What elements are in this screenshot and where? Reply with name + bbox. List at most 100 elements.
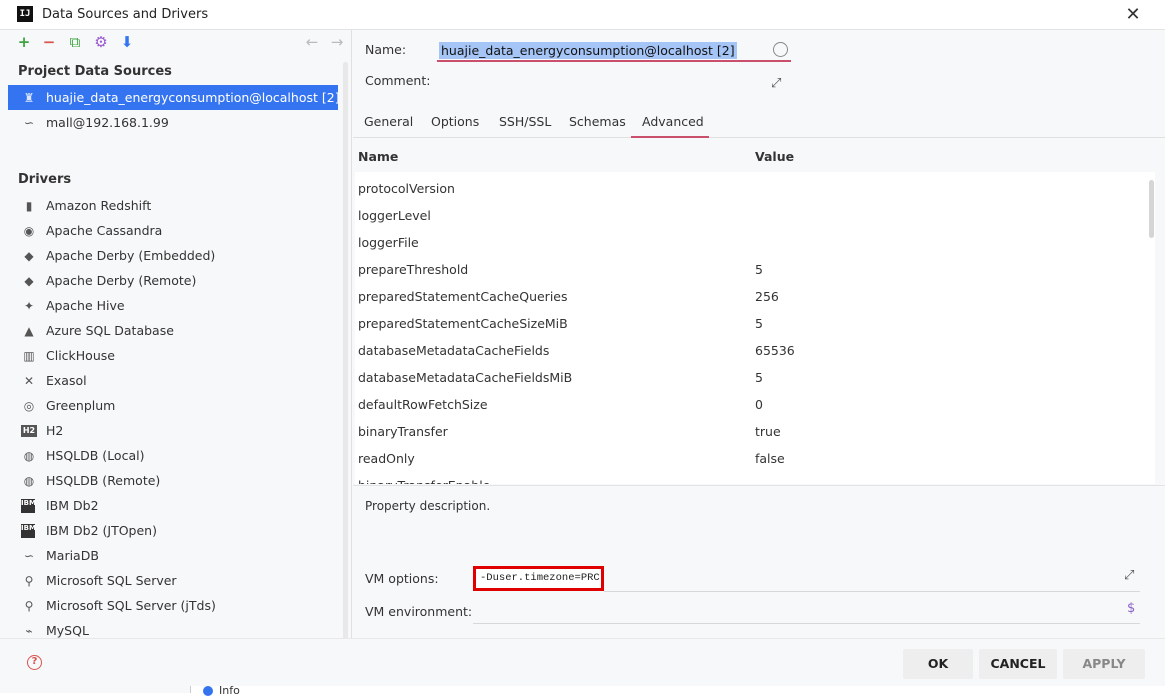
driver-item[interactable]: ✕ Exasol xyxy=(8,368,338,393)
driver-label: H2 xyxy=(46,423,64,438)
driver-item[interactable]: ◆ Apache Derby (Remote) xyxy=(8,268,338,293)
add-icon[interactable]: + xyxy=(16,34,32,50)
driver-item[interactable]: ⚲ Microsoft SQL Server xyxy=(8,568,338,593)
vm-environment-field[interactable] xyxy=(473,623,1140,624)
driver-item[interactable]: ▥ ClickHouse xyxy=(8,343,338,368)
driver-item[interactable]: ⚲ Microsoft SQL Server (jTds) xyxy=(8,593,338,618)
property-name: binaryTransferEnable xyxy=(358,472,490,484)
background-info-label: Info xyxy=(219,684,240,697)
apply-button[interactable]: APPLY xyxy=(1063,649,1145,679)
table-row[interactable]: preparedStatementCacheQueries 256 xyxy=(355,283,1145,310)
driver-label: Apache Cassandra xyxy=(46,223,163,238)
exasol-x-icon: ✕ xyxy=(23,374,35,388)
vm-options-field[interactable]: -Duser.timezone=PRC xyxy=(473,566,604,591)
driver-item[interactable]: ∽ MariaDB xyxy=(8,543,338,568)
left-scrollbar[interactable] xyxy=(343,62,348,638)
driver-item[interactable]: ◉ Apache Cassandra xyxy=(8,218,338,243)
dollar-icon[interactable]: $ xyxy=(1127,601,1135,616)
property-value[interactable]: true xyxy=(755,418,781,445)
vm-options-underline xyxy=(604,591,1140,592)
table-row[interactable]: binaryTransfer true xyxy=(355,418,1145,445)
data-source-item[interactable]: ∽ mall@192.168.1.99 xyxy=(8,110,338,135)
vm-environment-label: VM environment: xyxy=(365,604,473,619)
driver-item[interactable]: IBM IBM Db2 xyxy=(8,493,338,518)
property-value[interactable]: 5 xyxy=(755,310,763,337)
driver-item[interactable]: ◆ Apache Derby (Embedded) xyxy=(8,243,338,268)
tab-ssh-ssl[interactable]: SSH/SSL xyxy=(499,114,551,138)
driver-item[interactable]: ▮ Amazon Redshift xyxy=(8,193,338,218)
vm-options-value: -Duser.timezone=PRC xyxy=(480,572,600,584)
table-row[interactable]: protocolVersion xyxy=(355,175,1145,202)
table-row[interactable]: prepareThreshold 5 xyxy=(355,256,1145,283)
right-panel: Name: huajie_data_energyconsumption@loca… xyxy=(353,30,1165,638)
ibm-db2-icon: IBM xyxy=(21,499,36,513)
property-value[interactable]: 256 xyxy=(755,283,779,310)
driver-label: Apache Hive xyxy=(46,298,125,313)
close-icon[interactable]: ✕ xyxy=(1122,4,1144,26)
driver-item[interactable]: ◍ HSQLDB (Local) xyxy=(8,443,338,468)
color-circle-icon[interactable] xyxy=(773,42,788,57)
driver-label: HSQLDB (Remote) xyxy=(46,473,161,488)
hive-bee-icon: ✦ xyxy=(23,299,35,313)
driver-label: Apache Derby (Embedded) xyxy=(46,248,216,263)
table-row[interactable]: defaultRowFetchSize 0 xyxy=(355,391,1145,418)
table-row[interactable]: loggerLevel xyxy=(355,202,1145,229)
table-row[interactable]: loggerFile xyxy=(355,229,1145,256)
expand-icon[interactable]: ⤢ xyxy=(1124,568,1134,583)
duplicate-icon[interactable]: ⧉ xyxy=(67,34,83,50)
driver-item[interactable]: ▲ Azure SQL Database xyxy=(8,318,338,343)
cancel-button[interactable]: CANCEL xyxy=(979,649,1057,679)
name-field[interactable]: huajie_data_energyconsumption@localhost … xyxy=(437,40,791,62)
clickhouse-bars-icon: ▥ xyxy=(23,349,35,363)
project-data-sources-header: Project Data Sources xyxy=(18,64,172,79)
driver-item[interactable]: ◍ HSQLDB (Remote) xyxy=(8,468,338,493)
property-description: Property description. xyxy=(365,499,491,513)
driver-label: Greenplum xyxy=(46,398,116,413)
hsqldb-icon: ◍ xyxy=(23,449,35,463)
data-source-label: mall@192.168.1.99 xyxy=(46,115,169,130)
driver-item[interactable]: H2 H2 xyxy=(8,418,338,443)
driver-label: IBM Db2 (JTOpen) xyxy=(46,523,157,538)
property-name: preparedStatementCacheQueries xyxy=(358,289,568,304)
data-source-item[interactable]: ♜ huajie_data_energyconsumption@localhos… xyxy=(8,85,340,110)
property-name: databaseMetadataCacheFieldsMiB xyxy=(358,370,573,385)
sqlserver-icon: ⚲ xyxy=(24,599,34,613)
table-scrollbar[interactable] xyxy=(1149,180,1154,238)
azure-icon: ▲ xyxy=(24,324,34,338)
property-value[interactable]: 5 xyxy=(755,364,763,391)
forward-arrow-icon[interactable]: → xyxy=(329,34,345,50)
name-field-value: huajie_data_energyconsumption@localhost … xyxy=(439,42,737,59)
help-icon[interactable]: ? xyxy=(27,655,42,670)
driver-item[interactable]: IBM IBM Db2 (JTOpen) xyxy=(8,518,338,543)
expand-icon[interactable]: ⤢ xyxy=(771,76,781,91)
tab-options[interactable]: Options xyxy=(431,114,479,138)
remove-icon[interactable]: − xyxy=(41,34,57,50)
tab-advanced[interactable]: Advanced xyxy=(631,114,709,138)
property-value[interactable]: 5 xyxy=(755,256,763,283)
table-row[interactable]: databaseMetadataCacheFields 65536 xyxy=(355,337,1145,364)
intellij-app-icon: IJ xyxy=(17,6,33,22)
table-row[interactable]: readOnly false xyxy=(355,445,1145,472)
property-value[interactable]: 65536 xyxy=(755,337,795,364)
table-row[interactable]: preparedStatementCacheSizeMiB 5 xyxy=(355,310,1145,337)
vm-options-label: VM options: xyxy=(365,571,439,586)
derby-hat-icon: ◆ xyxy=(24,249,34,263)
h2-icon: H2 xyxy=(21,425,37,437)
table-header: Name Value xyxy=(355,142,1155,172)
table-row[interactable]: binaryTransferEnable xyxy=(355,472,1145,484)
property-value[interactable]: false xyxy=(755,445,785,472)
settings-icon[interactable]: ⚙ xyxy=(93,34,109,50)
property-value[interactable]: 0 xyxy=(755,391,763,418)
tab-schemas[interactable]: Schemas xyxy=(569,114,626,138)
mariadb-seal-icon: ∽ xyxy=(23,549,35,563)
window-title: Data Sources and Drivers xyxy=(42,7,209,22)
driver-item[interactable]: ✦ Apache Hive xyxy=(8,293,338,318)
driver-item[interactable]: ⌁ MySQL xyxy=(8,618,338,638)
driver-item[interactable]: ◎ Greenplum xyxy=(8,393,338,418)
table-row[interactable]: databaseMetadataCacheFieldsMiB 5 xyxy=(355,364,1145,391)
import-icon[interactable]: ⬇ xyxy=(119,34,135,50)
derby-hat-icon: ◆ xyxy=(24,274,34,288)
tab-general[interactable]: General xyxy=(364,114,413,138)
ok-button[interactable]: OK xyxy=(903,649,973,679)
back-arrow-icon[interactable]: ← xyxy=(304,34,320,50)
